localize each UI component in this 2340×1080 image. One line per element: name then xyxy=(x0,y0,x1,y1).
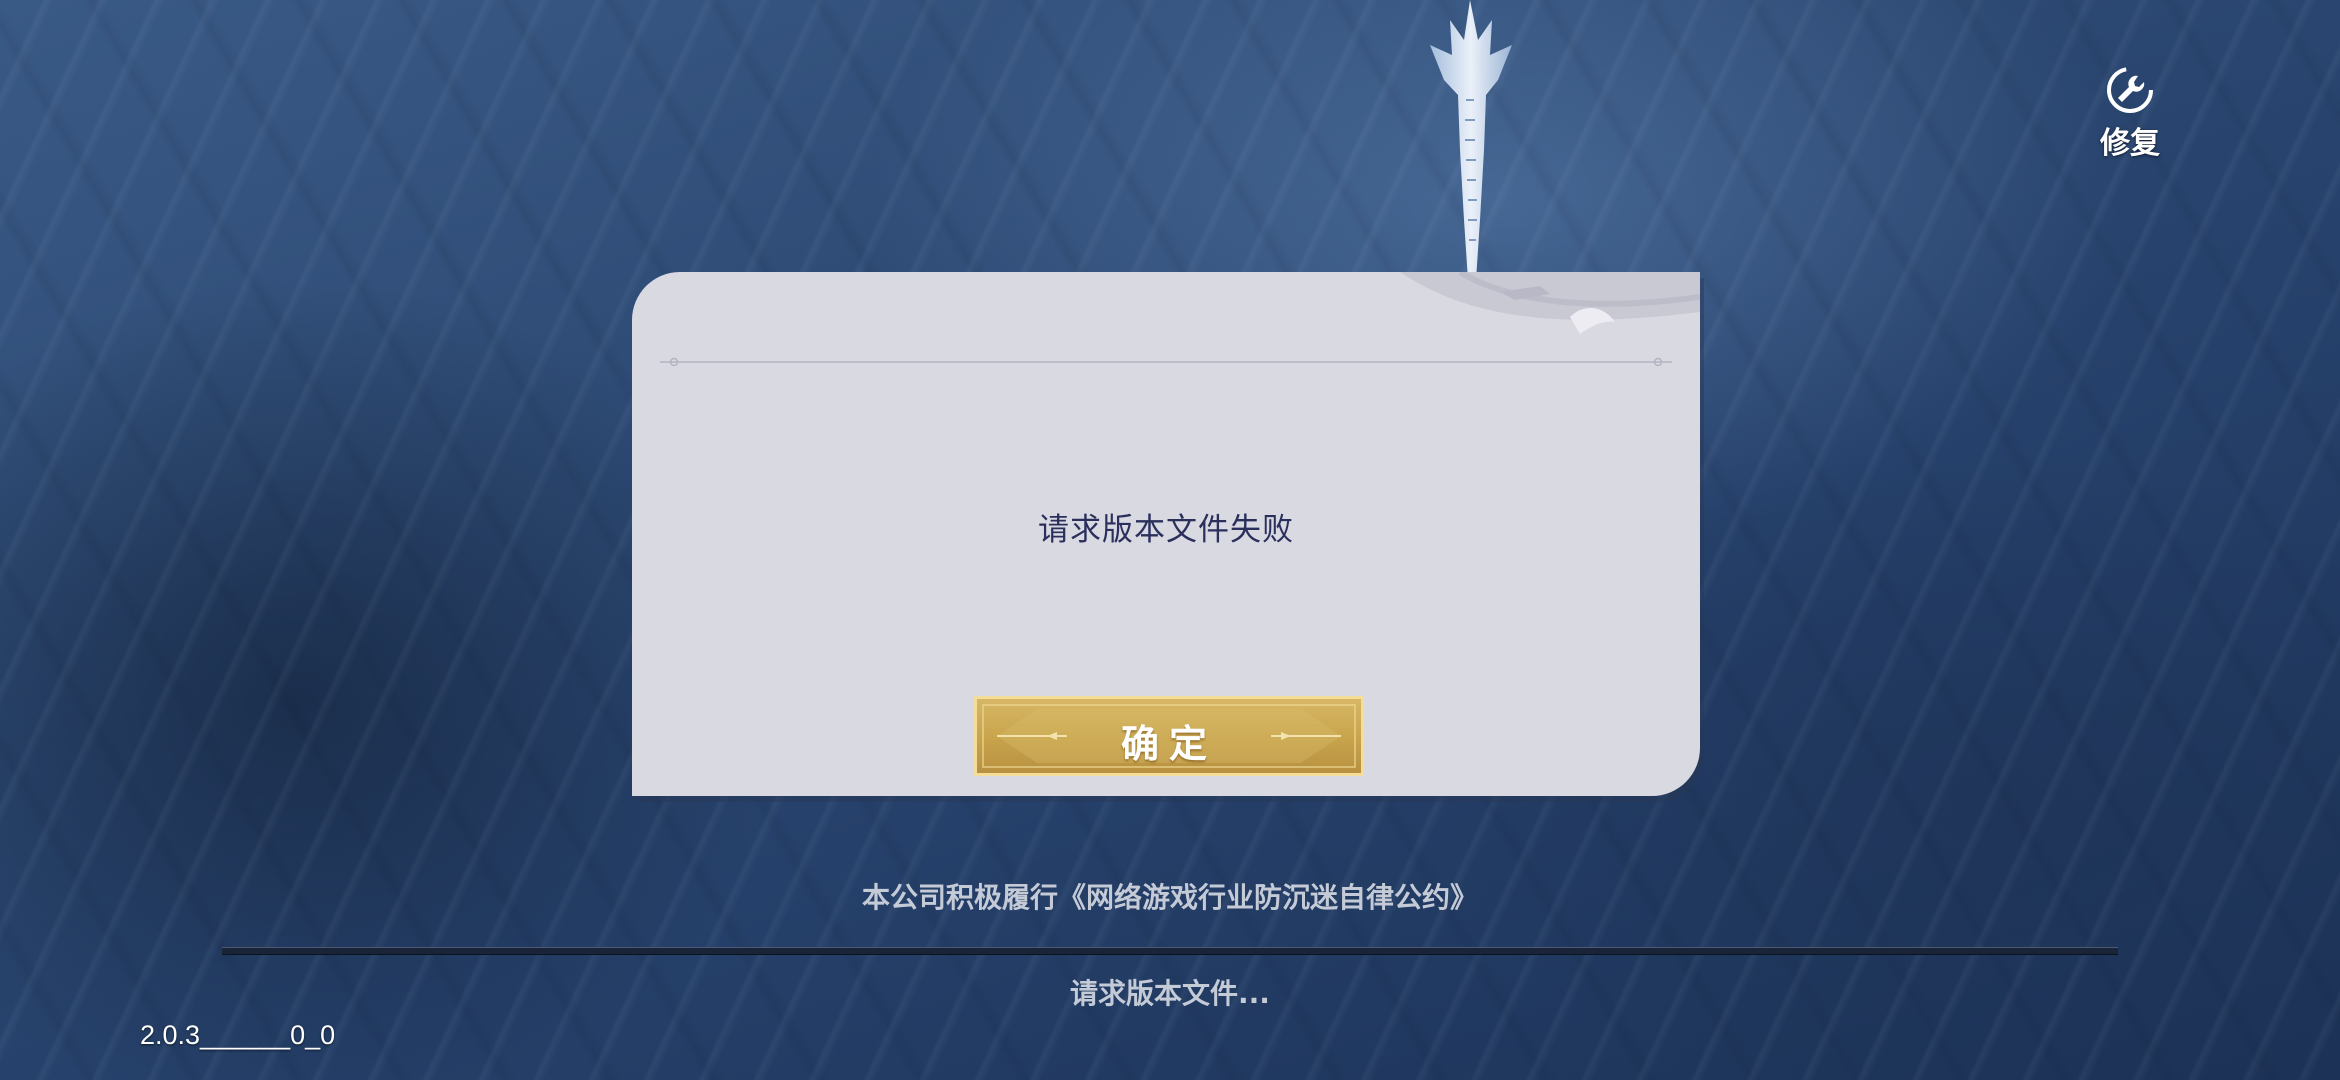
dialog-divider xyxy=(660,357,1672,367)
game-launch-screen: 修复 请求版本文件失败 确定 本公司积极履行《网络游戏行业防沉迷自律公约》 请求… xyxy=(0,0,2340,1080)
error-dialog: 请求版本文件失败 确定 xyxy=(632,272,1700,796)
wrench-repair-icon xyxy=(2107,67,2153,113)
repair-button[interactable]: 修复 xyxy=(2090,64,2170,164)
error-message: 请求版本文件失败 xyxy=(1038,512,1294,548)
loading-status-text: 请求版本文件... xyxy=(1070,977,1270,1010)
loading-progress-bar xyxy=(222,947,2118,955)
dialog-corner-ornament xyxy=(1400,272,1700,334)
version-label: 2.0.3______0_0 xyxy=(140,1020,336,1050)
anti-addiction-notice: 本公司积极履行《网络游戏行业防沉迷自律公约》 xyxy=(861,881,1478,914)
confirm-label: 确定 xyxy=(1120,721,1217,766)
repair-label: 修复 xyxy=(2100,126,2160,161)
confirm-button[interactable]: 确定 xyxy=(974,696,1364,776)
dragon-artwork xyxy=(1430,0,1512,280)
